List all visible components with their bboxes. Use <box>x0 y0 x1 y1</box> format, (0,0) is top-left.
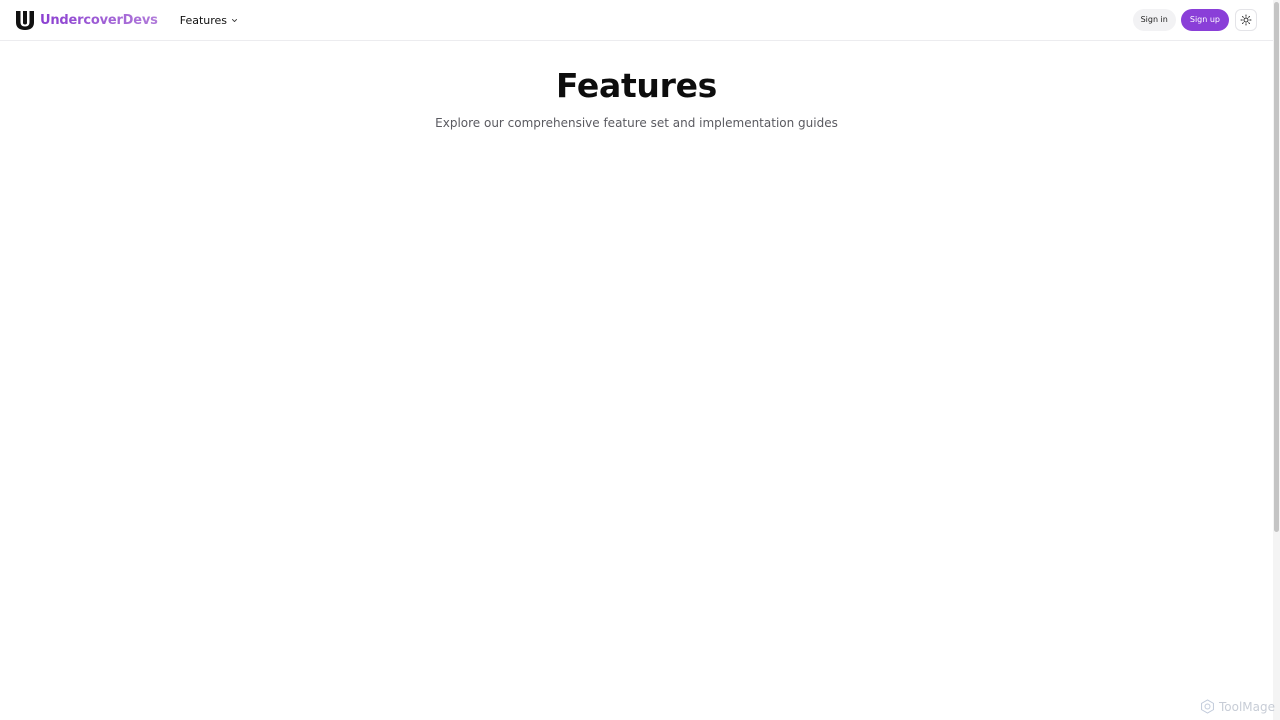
sign-in-button[interactable]: Sign in <box>1132 9 1176 31</box>
brand-name: UndercoverDevs <box>40 12 158 28</box>
brand-link[interactable]: UndercoverDevs <box>15 10 158 30</box>
page-subtitle: Explore our comprehensive feature set an… <box>435 116 838 130</box>
theme-toggle-button[interactable] <box>1235 9 1257 31</box>
watermark: ToolMage <box>1200 699 1275 714</box>
hero-section: Features Explore our comprehensive featu… <box>0 41 1273 131</box>
brand-logo-icon <box>16 11 34 30</box>
nav-features-dropdown[interactable]: Features <box>180 14 238 27</box>
vertical-scrollbar[interactable] <box>1273 0 1280 720</box>
top-navbar: UndercoverDevs Features Sign in Sign up <box>0 0 1273 41</box>
sun-icon <box>1240 14 1252 26</box>
watermark-logo-icon <box>1201 699 1214 714</box>
nav-actions: Sign in Sign up <box>1132 9 1257 31</box>
page: UndercoverDevs Features Sign in Sign up <box>0 0 1280 720</box>
watermark-text: ToolMage <box>1218 699 1275 714</box>
chevron-down-icon <box>232 18 238 22</box>
sign-up-button[interactable]: Sign up <box>1180 9 1229 31</box>
scrollbar-thumb[interactable] <box>1274 2 1279 532</box>
page-title: Features <box>555 66 718 105</box>
nav-features-label: Features <box>179 13 228 27</box>
